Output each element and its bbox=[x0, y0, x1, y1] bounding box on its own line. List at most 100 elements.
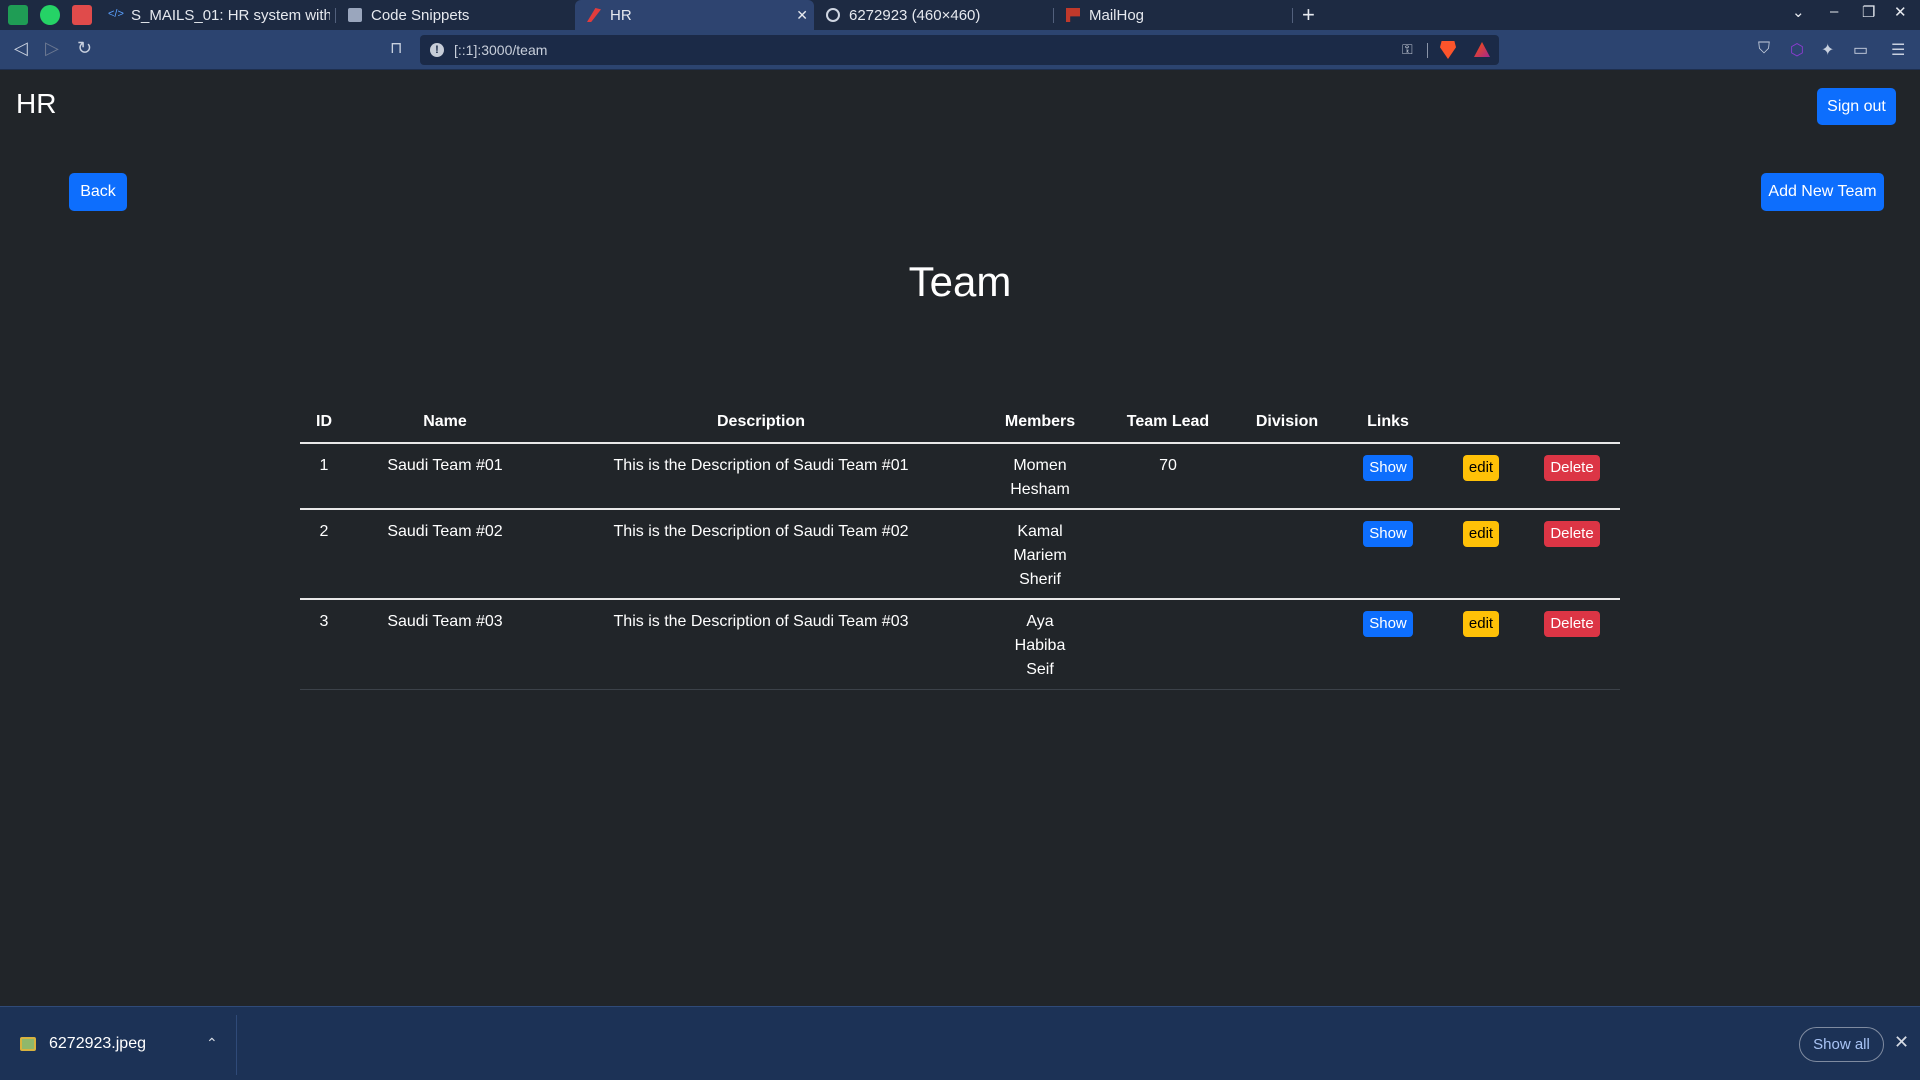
cell-show: Show bbox=[1338, 443, 1438, 510]
download-shelf: 6272923.jpeg ⌃ Show all ✕ bbox=[0, 1006, 1920, 1080]
member-name: Aya bbox=[1026, 613, 1054, 630]
cell-members: Aya Habiba Seif bbox=[980, 599, 1100, 690]
mailhog-icon bbox=[1066, 8, 1080, 22]
shelf-divider bbox=[236, 1015, 237, 1075]
sheets-pinned-tab-icon[interactable] bbox=[8, 5, 28, 25]
tab-divider bbox=[1292, 8, 1293, 23]
show-button[interactable]: Show bbox=[1363, 455, 1413, 481]
image-file-icon bbox=[20, 1037, 36, 1051]
add-new-team-button[interactable]: Add New Team bbox=[1761, 173, 1884, 211]
tab-mailhog[interactable]: MailHog bbox=[1054, 0, 1292, 30]
tab-title: S_MAILS_01: HR system with m bbox=[131, 6, 330, 24]
globe-icon bbox=[826, 8, 840, 22]
show-button[interactable]: Show bbox=[1363, 611, 1413, 637]
member-name: Sherif bbox=[1019, 571, 1061, 588]
cell-delete: Delete bbox=[1524, 443, 1620, 510]
bookmark-icon[interactable]: ⊓ bbox=[390, 38, 402, 58]
table-row: 1 Saudi Team #01 This is the Description… bbox=[300, 443, 1620, 510]
url-text[interactable]: [::1]:3000/team bbox=[454, 42, 547, 58]
team-table: ID Name Description Members Team Lead Di… bbox=[300, 405, 1620, 690]
column-header-team-lead: Team Lead bbox=[1100, 405, 1236, 444]
member-name: Seif bbox=[1026, 661, 1054, 678]
puzzle-icon[interactable]: ✦ bbox=[1821, 40, 1834, 60]
back-arrow-icon[interactable]: ◁ bbox=[14, 38, 28, 59]
tab-s-mails[interactable]: </> S_MAILS_01: HR system with m bbox=[96, 0, 330, 30]
cell-members: Momen Hesham bbox=[980, 443, 1100, 510]
member-name: Momen bbox=[1013, 457, 1067, 474]
tab-search-chevron-icon[interactable]: ⌄ bbox=[1792, 3, 1805, 21]
delete-button[interactable]: Delete bbox=[1544, 455, 1600, 481]
back-button[interactable]: Back bbox=[69, 173, 127, 211]
reload-icon[interactable]: ↻ bbox=[77, 38, 92, 59]
window-close-icon[interactable]: ✕ bbox=[1894, 3, 1907, 21]
forward-arrow-icon[interactable]: ▷ bbox=[45, 38, 59, 59]
member-name: Habiba bbox=[1014, 637, 1066, 654]
column-header-links: Links bbox=[1338, 405, 1438, 444]
show-button[interactable]: Show bbox=[1363, 521, 1413, 547]
table-header-row: ID Name Description Members Team Lead Di… bbox=[300, 405, 1620, 444]
member-name: Kamal bbox=[1017, 523, 1063, 540]
edit-button[interactable]: edit bbox=[1462, 521, 1500, 547]
vpn-shield-icon[interactable]: ⛉ bbox=[1758, 40, 1770, 58]
cell-description: This is the Description of Saudi Team #0… bbox=[542, 599, 980, 690]
cell-id: 1 bbox=[300, 443, 348, 510]
column-header-name: Name bbox=[348, 405, 542, 444]
show-all-button[interactable]: Show all bbox=[1799, 1027, 1884, 1062]
browser-tab-strip: </> S_MAILS_01: HR system with m Code Sn… bbox=[0, 0, 1920, 30]
wallet-hex-icon[interactable]: ⬡ bbox=[1790, 40, 1804, 60]
delete-button[interactable]: Delete bbox=[1544, 521, 1600, 547]
info-icon[interactable]: ! bbox=[430, 43, 444, 57]
cell-description: This is the Description of Saudi Team #0… bbox=[542, 509, 980, 600]
whatsapp-pinned-tab-icon[interactable] bbox=[40, 5, 60, 25]
tab-title: 6272923 (460×460) bbox=[849, 6, 981, 24]
close-icon[interactable]: ✕ bbox=[1894, 1032, 1909, 1053]
cell-show: Show bbox=[1338, 599, 1438, 690]
column-header-id: ID bbox=[300, 405, 348, 444]
restore-icon[interactable]: ❐ bbox=[1862, 3, 1875, 21]
wallet-icon[interactable]: ▭ bbox=[1853, 40, 1868, 60]
address-divider bbox=[1427, 43, 1428, 58]
chevron-up-icon[interactable]: ⌃ bbox=[206, 1035, 218, 1052]
column-header-division: Division bbox=[1236, 405, 1338, 444]
tab-title: MailHog bbox=[1089, 6, 1145, 24]
cell-show: Show bbox=[1338, 509, 1438, 600]
cell-delete: Delete bbox=[1524, 509, 1620, 600]
cell-edit: edit bbox=[1438, 443, 1524, 510]
cell-id: 2 bbox=[300, 509, 348, 600]
tab-code-snippets[interactable]: Code Snippets bbox=[336, 0, 570, 30]
bat-triangle-icon[interactable] bbox=[1474, 42, 1490, 57]
brave-lion-icon[interactable] bbox=[1440, 41, 1456, 59]
cell-description: This is the Description of Saudi Team #0… bbox=[542, 443, 980, 510]
cell-team-lead bbox=[1100, 509, 1236, 600]
page-title: Team bbox=[908, 258, 1012, 305]
cell-name: Saudi Team #03 bbox=[348, 599, 542, 690]
app-pinned-tab-icon[interactable] bbox=[72, 5, 92, 25]
cell-edit: edit bbox=[1438, 599, 1524, 690]
cell-edit: edit bbox=[1438, 509, 1524, 600]
snippets-icon bbox=[348, 8, 362, 22]
edit-button[interactable]: edit bbox=[1462, 455, 1500, 481]
brand-title[interactable]: HR bbox=[16, 88, 56, 120]
edit-button[interactable]: edit bbox=[1462, 611, 1500, 637]
menu-icon[interactable]: ☰ bbox=[1891, 40, 1905, 60]
close-icon[interactable]: ✕ bbox=[796, 7, 808, 24]
tab-hr[interactable]: HR ✕ bbox=[575, 0, 814, 30]
member-name: Mariem bbox=[1013, 547, 1067, 564]
cell-delete: Delete bbox=[1524, 599, 1620, 690]
key-icon[interactable]: ⚿ bbox=[1402, 41, 1413, 58]
cell-division bbox=[1236, 443, 1338, 510]
code-icon: </> bbox=[108, 8, 124, 20]
address-bar[interactable]: ! [::1]:3000/team ⚿ bbox=[420, 35, 1499, 65]
cell-team-lead: 70 bbox=[1100, 443, 1236, 510]
minimize-icon[interactable]: – bbox=[1830, 3, 1838, 20]
tab-image[interactable]: 6272923 (460×460) bbox=[814, 0, 1052, 30]
table-row: 2 Saudi Team #02 This is the Description… bbox=[300, 509, 1620, 600]
delete-button[interactable]: Delete bbox=[1544, 611, 1600, 637]
tab-title: Code Snippets bbox=[371, 6, 470, 24]
download-filename[interactable]: 6272923.jpeg bbox=[49, 1035, 146, 1053]
sign-out-button[interactable]: Sign out bbox=[1817, 88, 1896, 125]
browser-toolbar: ◁ ▷ ↻ ⊓ ! [::1]:3000/team ⚿ bbox=[0, 30, 1920, 70]
cell-name: Saudi Team #02 bbox=[348, 509, 542, 600]
new-tab-button[interactable]: + bbox=[1302, 2, 1315, 28]
member-name: Hesham bbox=[1010, 481, 1070, 498]
